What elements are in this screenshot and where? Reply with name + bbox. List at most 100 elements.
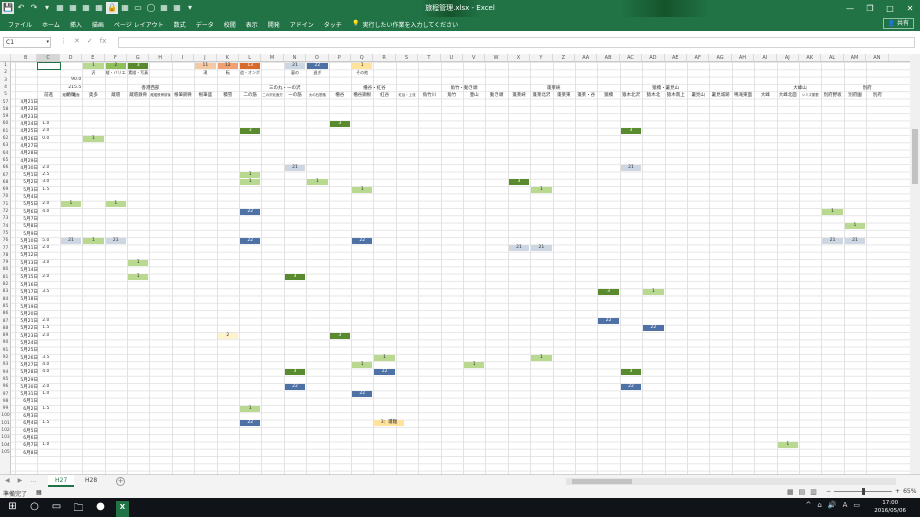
row-header-75[interactable]: 75 [0, 231, 10, 236]
row-header-79[interactable]: 79 [0, 260, 10, 265]
column-header-ac[interactable]: AC [620, 54, 643, 61]
row-header-68[interactable]: 68 [0, 180, 10, 185]
minimize-icon[interactable]: — [840, 0, 860, 17]
column-header-al[interactable]: AL [821, 54, 844, 61]
row-header-76[interactable]: 76 [0, 238, 10, 243]
activity-cell[interactable]: 3 [329, 332, 350, 339]
activity-cell[interactable]: 1 [822, 208, 843, 215]
app-icon[interactable]: ● [94, 501, 107, 517]
row-header-92[interactable]: 92 [0, 355, 10, 360]
column-header-ah[interactable]: AH [732, 54, 755, 61]
name-box[interactable]: C1 ▾ [3, 37, 51, 48]
ribbon-tab-1[interactable]: ホーム [37, 20, 65, 29]
column-header-ab[interactable]: AB [597, 54, 620, 61]
row-header-91[interactable]: 91 [0, 348, 10, 353]
row-header-94[interactable]: 94 [0, 370, 10, 375]
column-header-am[interactable]: AM [844, 54, 867, 61]
column-header-n[interactable]: N [284, 54, 307, 61]
zoom-in-button[interactable]: + [895, 488, 900, 495]
activity-cell[interactable]: 1 [128, 259, 149, 266]
quick-access-icon-9[interactable]: ▦ [119, 2, 131, 14]
row-header-60[interactable]: 60 [0, 121, 10, 126]
row-header-3[interactable]: 3 [0, 78, 10, 83]
row-header-85[interactable]: 85 [0, 304, 10, 309]
row-header-80[interactable]: 80 [0, 267, 10, 272]
row-header-83[interactable]: 83 [0, 289, 10, 294]
active-cell[interactable] [37, 62, 61, 71]
row-header-89[interactable]: 89 [0, 333, 10, 338]
activity-cell[interactable]: 3 [240, 128, 261, 135]
column-header-z[interactable]: Z [553, 54, 575, 61]
normal-view-icon[interactable]: ▦ [787, 488, 794, 496]
activity-cell[interactable]: 22 [284, 383, 306, 390]
activity-cell[interactable]: 21 [531, 245, 552, 252]
sheet-tab-h27[interactable]: H27 [48, 475, 75, 487]
activity-cell[interactable]: 1 [240, 405, 261, 412]
quick-access-icon-10[interactable]: ▭ [132, 2, 144, 14]
column-header-x[interactable]: X [508, 54, 531, 61]
activity-cell[interactable]: 2 [217, 332, 238, 339]
activity-cell[interactable]: 1 [240, 179, 261, 186]
ime-icon[interactable]: A [843, 501, 848, 509]
cancel-icon[interactable]: ✕ [74, 37, 80, 45]
row-header-71[interactable]: 71 [0, 202, 10, 207]
row-header-82[interactable]: 82 [0, 282, 10, 287]
activity-cell[interactable]: 22 [352, 391, 373, 398]
column-header-w[interactable]: W [485, 54, 508, 61]
activity-cell[interactable]: 3 [284, 274, 306, 281]
row-header-77[interactable]: 77 [0, 246, 10, 251]
row-header-84[interactable]: 84 [0, 297, 10, 302]
quick-access-icon-13[interactable]: ▦ [171, 2, 183, 14]
file-explorer-icon[interactable]: 🗀 [72, 501, 85, 517]
row-header-98[interactable]: 98 [0, 399, 10, 404]
row-header-4[interactable]: 4 [0, 85, 10, 90]
column-header-q[interactable]: Q [351, 54, 374, 61]
ribbon-tab-4[interactable]: ページ レイアウト [109, 20, 169, 29]
row-header-57[interactable]: 57 [0, 100, 10, 105]
column-header-e[interactable]: E [82, 54, 105, 61]
row-header-61[interactable]: 61 [0, 129, 10, 134]
activity-cell[interactable]: 3 [620, 128, 642, 135]
column-header-y[interactable]: Y [530, 54, 553, 61]
activity-cell[interactable]: 1 [60, 201, 82, 208]
next-sheet-icon[interactable]: ▶ [18, 477, 23, 484]
quick-access-icon-7[interactable]: ▦ [93, 2, 105, 14]
activity-cell[interactable]: 21 [620, 164, 642, 171]
ribbon-tab-5[interactable]: 数式 [169, 20, 191, 29]
row-header-81[interactable]: 81 [0, 275, 10, 280]
activity-cell[interactable]: 22 [352, 237, 373, 244]
function-icon[interactable]: fx [100, 37, 107, 45]
activity-cell[interactable]: 3 [620, 369, 642, 376]
activity-cell[interactable]: 3 [508, 179, 530, 186]
row-header-103[interactable]: 103 [0, 435, 10, 440]
row-header-96[interactable]: 96 [0, 384, 10, 389]
activity-cell[interactable]: 21 [105, 237, 126, 244]
row-header-63[interactable]: 63 [0, 143, 10, 148]
activity-cell[interactable]: 1 [844, 223, 866, 230]
quick-access-icon-0[interactable]: 💾 [2, 2, 14, 14]
column-header-m[interactable]: M [261, 54, 284, 61]
quick-access-icon-8[interactable]: 🔒 [106, 2, 118, 14]
row-header-67[interactable]: 67 [0, 173, 10, 178]
zoom-out-button[interactable]: − [826, 488, 831, 495]
row-header-1[interactable]: 1 [0, 63, 10, 68]
row-header-100[interactable]: 100 [0, 413, 10, 418]
row-header-87[interactable]: 87 [0, 319, 10, 324]
column-header-k[interactable]: K [217, 54, 239, 61]
column-header-aa[interactable]: AA [575, 54, 598, 61]
zoom-level[interactable]: 65% [903, 488, 916, 495]
previous-sheet-icon[interactable]: ◀ [5, 477, 10, 484]
activity-cell[interactable]: 3 [284, 369, 306, 376]
column-header-s[interactable]: S [396, 54, 419, 61]
clock[interactable]: 17:00 2016/05/06 [874, 499, 906, 515]
column-header-l[interactable]: L [239, 54, 262, 61]
column-header-af[interactable]: AF [687, 54, 710, 61]
share-button[interactable]: 👤 共有 [882, 18, 914, 29]
sheet-tab-h28[interactable]: H28 [78, 475, 104, 487]
row-header-90[interactable]: 90 [0, 340, 10, 345]
row-header-99[interactable]: 99 [0, 406, 10, 411]
activity-cell[interactable]: 3 [598, 288, 619, 295]
activity-cell[interactable]: 21 [822, 237, 843, 244]
column-header-ak[interactable]: AK [799, 54, 822, 61]
row-header-86[interactable]: 86 [0, 311, 10, 316]
